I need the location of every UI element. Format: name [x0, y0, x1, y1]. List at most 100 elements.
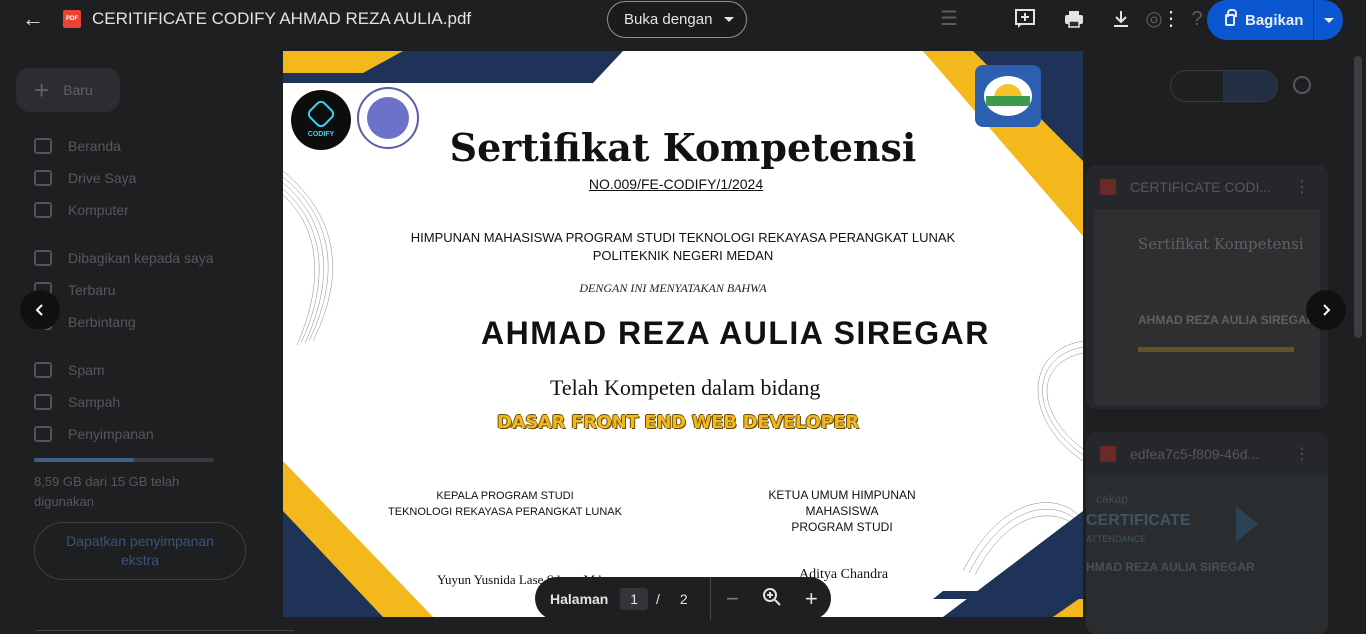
new-button[interactable]: + Baru: [16, 68, 120, 112]
sidebar-item-label: Beranda: [68, 138, 121, 154]
back-arrow-icon[interactable]: ←: [22, 8, 44, 30]
pdf-page: CODIFY Sertifikat Kompetensi NO.009/FE-C…: [283, 51, 1083, 617]
file-card-name: CERTIFICATE CODI...: [1130, 179, 1272, 195]
page-label: Halaman: [550, 590, 609, 607]
share-main[interactable]: Bagikan: [1207, 9, 1313, 29]
certificate-title: Sertifikat Kompetensi: [449, 125, 917, 170]
competency-field: DASAR FRONT END WEB DEVELOPER: [497, 412, 859, 433]
previous-file-button[interactable]: [20, 290, 60, 330]
file-card[interactable]: edfea7c5-f809-46d... ⋮ cakap CERTIFICATE…: [1086, 432, 1328, 634]
thumb-title: Sertifikat Kompetensi: [1138, 235, 1304, 253]
page-total: 2: [679, 590, 688, 607]
signatory-line: TEKNOLOGI REKAYASA PERANGKAT LUNAK: [388, 506, 622, 518]
divider: [709, 577, 711, 620]
grid-view-icon[interactable]: [1223, 71, 1277, 101]
file-card-header: edfea7c5-f809-46d... ⋮: [1086, 432, 1328, 476]
file-thumbnail: cakap CERTIFICATE ATTENDANCE HMAD REZA A…: [1086, 476, 1328, 634]
adjust-icon[interactable]: ☰: [938, 8, 960, 30]
file-title: CERITIFICATE CODIFY AHMAD REZA AULIA.pdf: [92, 9, 472, 28]
home-icon: [34, 138, 52, 154]
signatory-title-left: KEPALA PROGRAM STUDI TEKNOLOGI REKAYASA …: [387, 488, 623, 520]
recipient-name: AHMAD REZA AULIA SIREGAR: [481, 315, 990, 351]
lock-icon: [1225, 9, 1237, 26]
sidebar-item-spam[interactable]: Spam: [34, 362, 105, 378]
pdf-icon: [1100, 179, 1116, 195]
page-toolbar: Halaman 1 / 2 − +: [535, 577, 831, 620]
view-toggle[interactable]: [1170, 70, 1278, 102]
storage-bar: [34, 458, 214, 462]
add-comment-icon[interactable]: [1014, 8, 1036, 30]
page-number-input[interactable]: 1: [620, 587, 648, 610]
drive-icon: [34, 170, 52, 186]
statement: DENGAN INI MENYATAKAN BAHWA: [579, 281, 767, 295]
polmed-logo: [975, 65, 1041, 127]
spam-icon: [34, 362, 52, 378]
storage-bar-fill: [34, 458, 134, 462]
thumb-name: AHMAD REZA AULIA SIREGAR: [1138, 313, 1316, 327]
signatory-line: KETUA UMUM HIMPUNAN MAHASISWA: [768, 488, 916, 518]
pdf-icon: PDF: [63, 10, 81, 28]
cloud-icon: [34, 426, 52, 442]
chevron-down-icon: [724, 17, 735, 22]
page-separator: /: [655, 590, 660, 607]
sidebar-item-label: Penyimpanan: [68, 426, 154, 442]
signatory-title-right: KETUA UMUM HIMPUNAN MAHASISWA PROGRAM ST…: [731, 487, 953, 535]
get-storage-button[interactable]: Dapatkan penyimpanan ekstra: [34, 522, 246, 580]
thumb-name: HMAD REZA AULIA SIREGAR: [1086, 560, 1255, 574]
scrollbar[interactable]: [1354, 56, 1362, 338]
sidebar-item-label: Dibagikan kepada saya: [68, 250, 214, 266]
mountain-shape: [986, 96, 1030, 106]
sidebar-item-label: Komputer: [68, 202, 129, 218]
sidebar-item-shared[interactable]: Dibagikan kepada saya: [34, 250, 214, 266]
sidebar-item-label: Terbaru: [68, 282, 116, 298]
print-icon[interactable]: [1063, 8, 1085, 30]
chevron-left-icon: [35, 304, 43, 316]
plus-icon: +: [34, 75, 50, 105]
share-label: Bagikan: [1245, 11, 1304, 29]
trash-icon: [34, 394, 52, 410]
thumb-title: CERTIFICATE: [1086, 512, 1191, 529]
thumb-field-bar: [1138, 347, 1294, 352]
play-arrows-icon: [1236, 506, 1258, 542]
chevron-right-icon: [1323, 304, 1331, 316]
organization-line: HIMPUNAN MAHASISWA PROGRAM STUDI TEKNOLO…: [410, 230, 956, 245]
polmed-logo-mark: [984, 76, 1032, 116]
thumb-subtitle: ATTENDANCE: [1086, 534, 1147, 544]
divider: [36, 630, 294, 634]
file-card-header: CERTIFICATE CODI... ⋮: [1086, 165, 1328, 209]
open-with-button[interactable]: Buka dengan: [607, 1, 747, 38]
file-card[interactable]: CERTIFICATE CODI... ⋮ Sertifikat Kompete…: [1086, 165, 1328, 409]
sidebar-item-storage[interactable]: Penyimpanan: [34, 426, 154, 442]
sidebar-item-my-drive[interactable]: Drive Saya: [34, 170, 136, 186]
certificate-number: NO.009/FE-CODIFY/1/2024: [588, 176, 764, 192]
next-file-button[interactable]: [1306, 290, 1346, 330]
signatory-line: PROGRAM STUDI: [791, 520, 893, 534]
help-icon[interactable]: ?: [1186, 8, 1208, 30]
share-button[interactable]: Bagikan: [1207, 0, 1343, 40]
sidebar-item-label: Berbintang: [68, 314, 136, 330]
sidebar-item-trash[interactable]: Sampah: [34, 394, 120, 410]
viewer-topbar: ← PDF CERITIFICATE CODIFY AHMAD REZA AUL…: [0, 0, 1366, 40]
new-button-label: Baru: [63, 82, 93, 98]
zoom-out-icon[interactable]: −: [713, 587, 752, 610]
organization: HIMPUNAN MAHASISWA PROGRAM STUDI TEKNOLO…: [283, 229, 1083, 265]
thumb-brand: cakap: [1096, 492, 1129, 506]
more-vert-icon[interactable]: ⋮: [1294, 177, 1310, 197]
chevron-down-icon[interactable]: [1324, 17, 1334, 23]
info-icon[interactable]: [1293, 76, 1311, 94]
pdf-icon: [1100, 446, 1116, 462]
organization-line: POLITEKNIK NEGERI MEDAN: [592, 248, 774, 263]
more-vert-icon[interactable]: ⋮: [1160, 8, 1182, 30]
divider: [1313, 0, 1314, 40]
sidebar-item-home[interactable]: Beranda: [34, 138, 121, 154]
zoom-plus-icon[interactable]: +: [792, 587, 831, 610]
more-vert-icon[interactable]: ⋮: [1294, 444, 1310, 464]
sidebar-item-label: Sampah: [68, 394, 121, 410]
open-with-label: Buka dengan: [624, 11, 713, 28]
download-icon[interactable]: [1110, 8, 1132, 30]
competent-text: Telah Kompeten dalam bidang: [550, 375, 821, 400]
people-icon: [34, 250, 52, 266]
sidebar-item-computers[interactable]: Komputer: [34, 202, 129, 218]
zoom-in-icon[interactable]: [752, 587, 791, 611]
storage-text: 8,59 GB dari 15 GB telah digunakan: [34, 474, 180, 509]
